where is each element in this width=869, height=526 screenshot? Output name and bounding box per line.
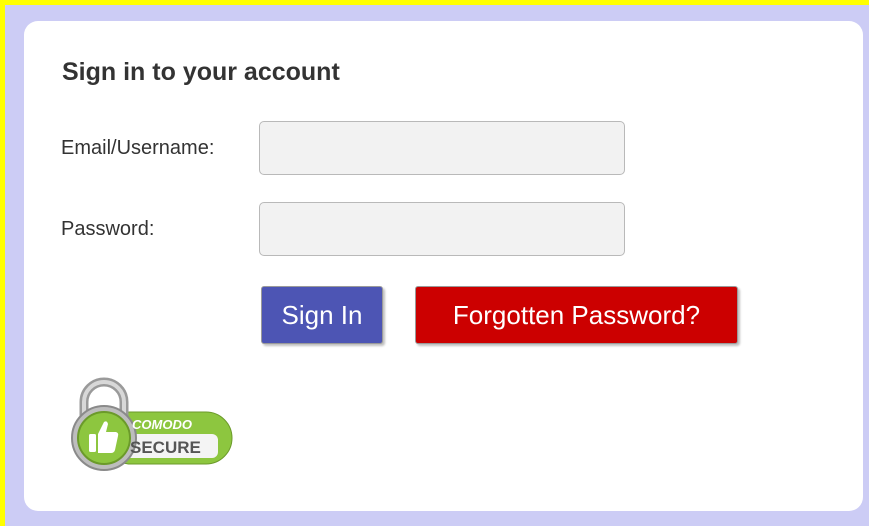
password-label: Password:	[61, 218, 155, 240]
password-field[interactable]	[259, 202, 625, 256]
page-title: Sign in to your account	[62, 58, 340, 86]
email-label: Email/Username:	[61, 137, 215, 159]
badge-comodo-text: COMODO	[132, 417, 192, 432]
email-field[interactable]	[259, 121, 625, 175]
sign-in-button[interactable]: Sign In	[261, 286, 383, 344]
comodo-secure-badge-graphic: COMODO SECURE	[71, 377, 233, 471]
frame-left-border	[0, 0, 5, 526]
comodo-secure-badge: COMODO SECURE	[60, 376, 236, 474]
forgotten-password-button[interactable]: Forgotten Password?	[415, 286, 738, 344]
frame-top-border	[0, 0, 869, 5]
badge-secure-text: SECURE	[130, 438, 201, 457]
